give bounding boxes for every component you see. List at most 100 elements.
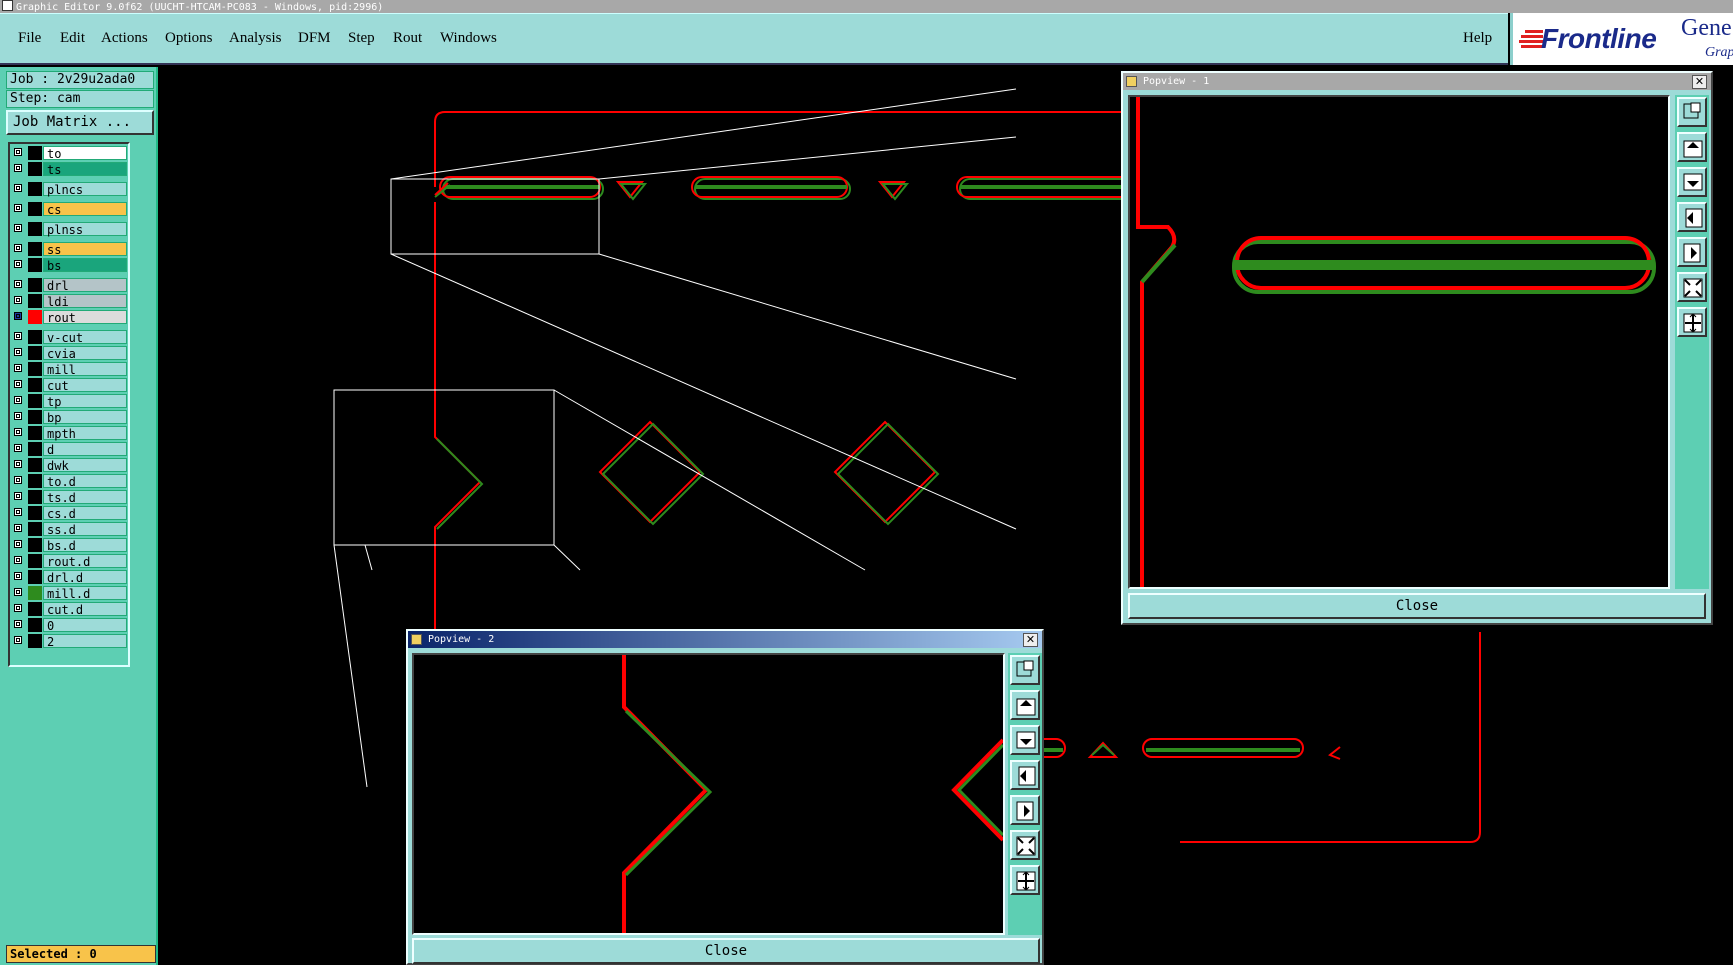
menu-rout[interactable]: Rout bbox=[393, 30, 422, 47]
layer-row-plncs[interactable]: plncs bbox=[12, 182, 127, 197]
zoom-in-button[interactable] bbox=[1010, 865, 1040, 895]
layer-checkbox[interactable] bbox=[14, 396, 22, 404]
layer-color-swatch[interactable] bbox=[28, 522, 42, 536]
layer-color-swatch[interactable] bbox=[28, 458, 42, 472]
layer-name[interactable]: tp bbox=[43, 394, 127, 409]
layer-checkbox[interactable] bbox=[14, 604, 22, 612]
layer-checkbox[interactable] bbox=[14, 260, 22, 268]
menu-edit[interactable]: Edit bbox=[60, 30, 85, 47]
pan-left-button[interactable] bbox=[1677, 202, 1707, 232]
layer-row-ldi[interactable]: ldi bbox=[12, 294, 127, 309]
popview-2-close-button[interactable]: Close bbox=[412, 938, 1040, 964]
layer-color-swatch[interactable] bbox=[28, 410, 42, 424]
layer-checkbox[interactable] bbox=[14, 492, 22, 500]
layer-checkbox[interactable] bbox=[14, 524, 22, 532]
layer-checkbox[interactable] bbox=[14, 348, 22, 356]
layer-name[interactable]: ss.d bbox=[43, 522, 127, 537]
layer-name[interactable]: drl bbox=[43, 278, 127, 293]
popview-1-view[interactable] bbox=[1128, 95, 1670, 589]
menu-actions[interactable]: Actions bbox=[101, 30, 148, 47]
layer-color-swatch[interactable] bbox=[28, 618, 42, 632]
layer-name[interactable]: ldi bbox=[43, 294, 127, 309]
layer-row-drl[interactable]: drl bbox=[12, 278, 127, 293]
popview-2-close-icon[interactable]: ✕ bbox=[1023, 633, 1038, 647]
layer-name[interactable]: bp bbox=[43, 410, 127, 425]
popview-1-close-icon[interactable]: ✕ bbox=[1692, 75, 1707, 89]
layer-name[interactable]: 0 bbox=[43, 618, 127, 633]
layer-name[interactable]: cut bbox=[43, 378, 127, 393]
layer-color-swatch[interactable] bbox=[28, 570, 42, 584]
layer-row-plnss[interactable]: plnss bbox=[12, 222, 127, 237]
layer-color-swatch[interactable] bbox=[28, 294, 42, 308]
layer-checkbox[interactable] bbox=[14, 444, 22, 452]
menu-analysis[interactable]: Analysis bbox=[229, 30, 282, 47]
layer-row-cut.d[interactable]: cut.d bbox=[12, 602, 127, 617]
layer-color-swatch[interactable] bbox=[28, 442, 42, 456]
layer-color-swatch[interactable] bbox=[28, 362, 42, 376]
layer-row-ts.d[interactable]: ts.d bbox=[12, 490, 127, 505]
layer-color-swatch[interactable] bbox=[28, 634, 42, 648]
layer-color-swatch[interactable] bbox=[28, 202, 42, 216]
layer-row-2[interactable]: 2 bbox=[12, 634, 127, 649]
layer-name[interactable]: v-cut bbox=[43, 330, 127, 345]
layer-name[interactable]: cut.d bbox=[43, 602, 127, 617]
menu-options[interactable]: Options bbox=[165, 30, 213, 47]
layer-color-swatch[interactable] bbox=[28, 222, 42, 236]
layer-row-drl.d[interactable]: drl.d bbox=[12, 570, 127, 585]
layer-row-d[interactable]: d bbox=[12, 442, 127, 457]
layer-checkbox[interactable] bbox=[14, 460, 22, 468]
pan-right-button[interactable] bbox=[1010, 795, 1040, 825]
layer-color-swatch[interactable] bbox=[28, 554, 42, 568]
layer-row-cut[interactable]: cut bbox=[12, 378, 127, 393]
layer-color-swatch[interactable] bbox=[28, 602, 42, 616]
layer-color-swatch[interactable] bbox=[28, 506, 42, 520]
layer-row-rout[interactable]: rout bbox=[12, 310, 127, 325]
layer-name[interactable]: bs.d bbox=[43, 538, 127, 553]
layer-name[interactable]: mill bbox=[43, 362, 127, 377]
layer-name[interactable]: to bbox=[43, 146, 127, 161]
layer-name[interactable]: mill.d bbox=[43, 586, 127, 601]
layer-name[interactable]: to.d bbox=[43, 474, 127, 489]
layer-name[interactable]: ts bbox=[43, 162, 127, 177]
layer-checkbox[interactable] bbox=[14, 380, 22, 388]
layer-name[interactable]: drl.d bbox=[43, 570, 127, 585]
layer-row-bs[interactable]: bs bbox=[12, 258, 127, 273]
layer-checkbox[interactable] bbox=[14, 148, 22, 156]
menu-windows[interactable]: Windows bbox=[440, 30, 497, 47]
layer-checkbox[interactable] bbox=[14, 620, 22, 628]
layer-row-mill.d[interactable]: mill.d bbox=[12, 586, 127, 601]
layer-checkbox[interactable] bbox=[14, 312, 22, 320]
layer-name[interactable]: plncs bbox=[43, 182, 127, 197]
layer-row-cvia[interactable]: cvia bbox=[12, 346, 127, 361]
layer-checkbox[interactable] bbox=[14, 556, 22, 564]
layer-color-swatch[interactable] bbox=[28, 586, 42, 600]
layer-color-swatch[interactable] bbox=[28, 146, 42, 160]
layer-row-v-cut[interactable]: v-cut bbox=[12, 330, 127, 345]
menu-dfm[interactable]: DFM bbox=[298, 30, 331, 47]
layer-name[interactable]: ts.d bbox=[43, 490, 127, 505]
zoom-window-button[interactable] bbox=[1010, 655, 1040, 685]
layer-name[interactable]: d bbox=[43, 442, 127, 457]
layer-checkbox[interactable] bbox=[14, 364, 22, 372]
zoom-window-button[interactable] bbox=[1677, 97, 1707, 127]
layer-row-ss[interactable]: ss bbox=[12, 242, 127, 257]
layer-row-cs.d[interactable]: cs.d bbox=[12, 506, 127, 521]
layer-row-bp[interactable]: bp bbox=[12, 410, 127, 425]
layer-checkbox[interactable] bbox=[14, 540, 22, 548]
layer-color-swatch[interactable] bbox=[28, 182, 42, 196]
pan-down-button[interactable] bbox=[1677, 167, 1707, 197]
layer-color-swatch[interactable] bbox=[28, 426, 42, 440]
job-matrix-button[interactable]: Job Matrix ... bbox=[6, 110, 154, 135]
layer-color-swatch[interactable] bbox=[28, 330, 42, 344]
layer-checkbox[interactable] bbox=[14, 636, 22, 644]
layer-checkbox[interactable] bbox=[14, 588, 22, 596]
layer-name[interactable]: bs bbox=[43, 258, 127, 273]
layer-name[interactable]: ss bbox=[43, 242, 127, 257]
pan-up-button[interactable] bbox=[1010, 690, 1040, 720]
layer-color-swatch[interactable] bbox=[28, 242, 42, 256]
layer-checkbox[interactable] bbox=[14, 476, 22, 484]
layer-checkbox[interactable] bbox=[14, 508, 22, 516]
layer-row-mill[interactable]: mill bbox=[12, 362, 127, 377]
layer-checkbox[interactable] bbox=[14, 428, 22, 436]
layer-row-0[interactable]: 0 bbox=[12, 618, 127, 633]
